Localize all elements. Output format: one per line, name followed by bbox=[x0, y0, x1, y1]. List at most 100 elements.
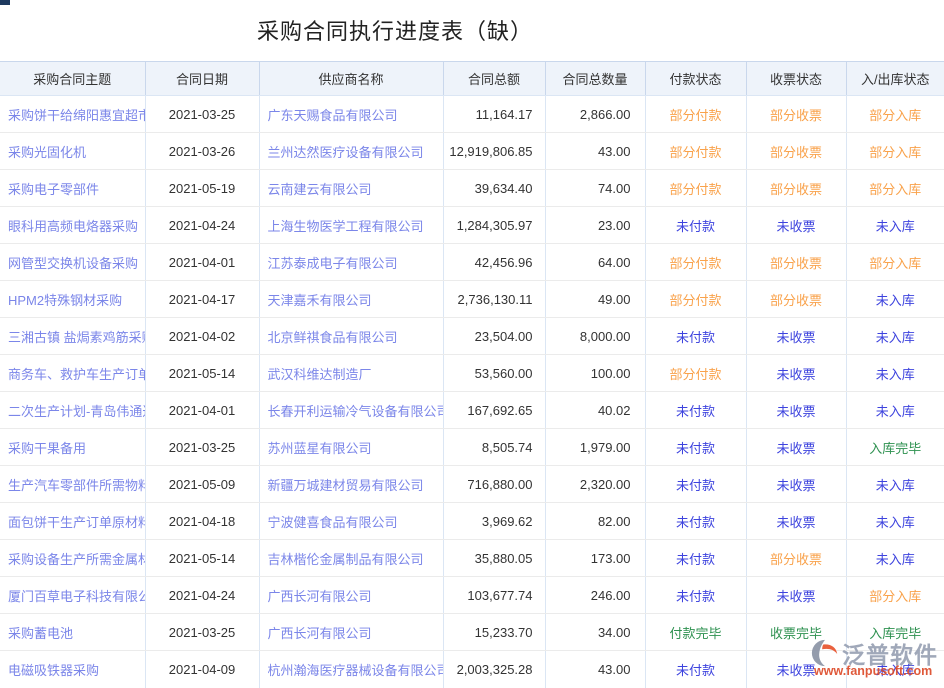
contract-subject-link-text[interactable]: 采购电子零部件 bbox=[8, 179, 145, 198]
supplier-link[interactable]: 宁波健喜食品有限公司 bbox=[259, 503, 443, 540]
contract-subject-link[interactable]: 采购光固化机 bbox=[0, 133, 145, 170]
payment-status-text: 未付款 bbox=[676, 515, 715, 530]
supplier-link[interactable]: 吉林楷伦金属制品有限公司 bbox=[259, 540, 443, 577]
payment-status-text: 未付款 bbox=[676, 330, 715, 345]
contract-date: 2021-04-24 bbox=[145, 207, 259, 244]
page-title: 采购合同执行进度表（缺） bbox=[0, 14, 790, 46]
contract-subject-link-text[interactable]: 采购光固化机 bbox=[8, 142, 145, 161]
contract-total-amount: 35,880.05 bbox=[443, 540, 545, 577]
supplier-link-text[interactable]: 武汉科维达制造厂 bbox=[268, 364, 443, 383]
supplier-link[interactable]: 长春开利运输冷气设备有限公司 bbox=[259, 392, 443, 429]
invoice-status: 未收票 bbox=[746, 429, 846, 466]
supplier-link-text[interactable]: 苏州蓝星有限公司 bbox=[268, 438, 443, 457]
contract-subject-link-text[interactable]: 商务车、救护车生产订单 bbox=[8, 364, 145, 383]
invoice-status-text: 部分收票 bbox=[770, 108, 822, 123]
supplier-link-text[interactable]: 云南建云有限公司 bbox=[268, 179, 443, 198]
contract-date: 2021-05-19 bbox=[145, 170, 259, 207]
contract-subject-link[interactable]: 厦门百草电子科技有限公司 bbox=[0, 577, 145, 614]
contract-total-amount: 3,969.62 bbox=[443, 503, 545, 540]
supplier-link-text[interactable]: 杭州瀚海医疗器械设备有限公司 bbox=[268, 660, 443, 679]
supplier-link-text[interactable]: 上海生物医学工程有限公司 bbox=[268, 216, 443, 235]
contract-subject-link-text[interactable]: 网管型交换机设备采购 bbox=[8, 253, 145, 272]
contract-date: 2021-04-01 bbox=[145, 392, 259, 429]
contract-subject-link[interactable]: 采购设备生产所需金属材料 bbox=[0, 540, 145, 577]
supplier-link-text[interactable]: 新疆万城建材贸易有限公司 bbox=[268, 475, 443, 494]
invoice-status: 部分收票 bbox=[746, 96, 846, 133]
supplier-link-text[interactable]: 广东天赐食品有限公司 bbox=[268, 105, 443, 124]
contract-total-qty-text: 173.00 bbox=[546, 551, 631, 566]
contract-subject-link[interactable]: 二次生产计划-青岛伟通达 bbox=[0, 392, 145, 429]
supplier-link-text[interactable]: 宁波健喜食品有限公司 bbox=[268, 512, 443, 531]
supplier-link-text[interactable]: 吉林楷伦金属制品有限公司 bbox=[268, 549, 443, 568]
stock-status-text: 部分入库 bbox=[869, 256, 921, 271]
supplier-link-text[interactable]: 广西长河有限公司 bbox=[268, 586, 443, 605]
contract-subject-link[interactable]: HPM2特殊钢材采购 bbox=[0, 281, 145, 318]
contract-subject-link-text[interactable]: 采购饼干给绵阳惠宜超市 bbox=[8, 105, 145, 124]
stock-status-text: 部分入库 bbox=[869, 108, 921, 123]
table-row: 厦门百草电子科技有限公司2021-04-24广西长河有限公司103,677.74… bbox=[0, 577, 944, 614]
contract-total-amount-text: 716,880.00 bbox=[444, 477, 533, 492]
contract-subject-link-text[interactable]: 生产汽车零部件所需物料 bbox=[8, 475, 145, 494]
contract-subject-link[interactable]: 网管型交换机设备采购 bbox=[0, 244, 145, 281]
contract-subject-link-text[interactable]: 采购干果备用 bbox=[8, 438, 145, 457]
contract-total-amount: 2,003,325.28 bbox=[443, 651, 545, 688]
contract-subject-link[interactable]: 采购饼干给绵阳惠宜超市 bbox=[0, 96, 145, 133]
contract-total-qty-text: 100.00 bbox=[546, 366, 631, 381]
contract-subject-link-text[interactable]: 采购蓄电池 bbox=[8, 623, 145, 642]
supplier-link[interactable]: 上海生物医学工程有限公司 bbox=[259, 207, 443, 244]
contract-total-qty-text: 8,000.00 bbox=[546, 329, 631, 344]
supplier-link[interactable]: 苏州蓝星有限公司 bbox=[259, 429, 443, 466]
supplier-link-text[interactable]: 兰州达然医疗设备有限公司 bbox=[268, 142, 443, 161]
contract-subject-link[interactable]: 电磁吸铁器采购 bbox=[0, 651, 145, 688]
contract-subject-link-text[interactable]: 三湘古镇 盐焗素鸡筋采购 bbox=[8, 327, 145, 346]
table-row: 采购电子零部件2021-05-19云南建云有限公司39,634.4074.00部… bbox=[0, 170, 944, 207]
supplier-link-text[interactable]: 北京鲜祺食品有限公司 bbox=[268, 327, 443, 346]
supplier-link[interactable]: 广西长河有限公司 bbox=[259, 577, 443, 614]
supplier-link-text[interactable]: 天津嘉禾有限公司 bbox=[268, 290, 443, 309]
supplier-link[interactable]: 广东天赐食品有限公司 bbox=[259, 96, 443, 133]
contract-subject-link-text[interactable]: 眼科用高频电烙器采购 bbox=[8, 216, 145, 235]
supplier-link[interactable]: 云南建云有限公司 bbox=[259, 170, 443, 207]
supplier-link-text[interactable]: 江苏泰成电子有限公司 bbox=[268, 253, 443, 272]
contract-subject-link-text[interactable]: 采购设备生产所需金属材料 bbox=[8, 549, 145, 568]
table-row: 采购蓄电池2021-03-25广西长河有限公司15,233.7034.00付款完… bbox=[0, 614, 944, 651]
contract-total-qty-text: 64.00 bbox=[546, 255, 631, 270]
supplier-link[interactable]: 新疆万城建材贸易有限公司 bbox=[259, 466, 443, 503]
contract-subject-link[interactable]: 采购电子零部件 bbox=[0, 170, 145, 207]
contract-total-amount: 42,456.96 bbox=[443, 244, 545, 281]
contract-subject-link-text[interactable]: 电磁吸铁器采购 bbox=[8, 660, 145, 679]
stock-status: 未入库 bbox=[846, 318, 944, 355]
supplier-link[interactable]: 江苏泰成电子有限公司 bbox=[259, 244, 443, 281]
contract-subject-link[interactable]: 生产汽车零部件所需物料 bbox=[0, 466, 145, 503]
contract-subject-link[interactable]: 商务车、救护车生产订单 bbox=[0, 355, 145, 392]
supplier-link[interactable]: 天津嘉禾有限公司 bbox=[259, 281, 443, 318]
supplier-link[interactable]: 兰州达然医疗设备有限公司 bbox=[259, 133, 443, 170]
supplier-link[interactable]: 广西长河有限公司 bbox=[259, 614, 443, 651]
stock-status: 未入库 bbox=[846, 540, 944, 577]
contract-subject-link-text[interactable]: 厦门百草电子科技有限公司 bbox=[8, 586, 145, 605]
payment-status-text: 部分付款 bbox=[669, 293, 721, 308]
contract-subject-link-text[interactable]: HPM2特殊钢材采购 bbox=[8, 290, 145, 309]
supplier-link[interactable]: 北京鲜祺食品有限公司 bbox=[259, 318, 443, 355]
invoice-status-text: 未收票 bbox=[776, 330, 815, 345]
contract-total-amount: 1,284,305.97 bbox=[443, 207, 545, 244]
supplier-link-text[interactable]: 广西长河有限公司 bbox=[268, 623, 443, 642]
stock-status-text: 未入库 bbox=[876, 404, 915, 419]
column-header-7: 入/出库状态 bbox=[846, 62, 944, 96]
contract-date: 2021-03-26 bbox=[145, 133, 259, 170]
invoice-status: 收票完毕 bbox=[746, 614, 846, 651]
contract-subject-link[interactable]: 眼科用高频电烙器采购 bbox=[0, 207, 145, 244]
payment-status-text: 未付款 bbox=[676, 219, 715, 234]
payment-status-text: 付款完毕 bbox=[669, 626, 721, 641]
supplier-link-text[interactable]: 长春开利运输冷气设备有限公司 bbox=[268, 401, 443, 420]
contract-subject-link-text[interactable]: 面包饼干生产订单原材料 bbox=[8, 512, 145, 531]
invoice-status-text: 未收票 bbox=[776, 515, 815, 530]
contract-subject-link[interactable]: 采购干果备用 bbox=[0, 429, 145, 466]
contract-subject-link-text[interactable]: 二次生产计划-青岛伟通达 bbox=[8, 401, 145, 420]
contract-subject-link[interactable]: 面包饼干生产订单原材料 bbox=[0, 503, 145, 540]
contract-subject-link[interactable]: 三湘古镇 盐焗素鸡筋采购 bbox=[0, 318, 145, 355]
supplier-link[interactable]: 杭州瀚海医疗器械设备有限公司 bbox=[259, 651, 443, 688]
supplier-link[interactable]: 武汉科维达制造厂 bbox=[259, 355, 443, 392]
contract-subject-link[interactable]: 采购蓄电池 bbox=[0, 614, 145, 651]
invoice-status-text: 未收票 bbox=[776, 219, 815, 234]
